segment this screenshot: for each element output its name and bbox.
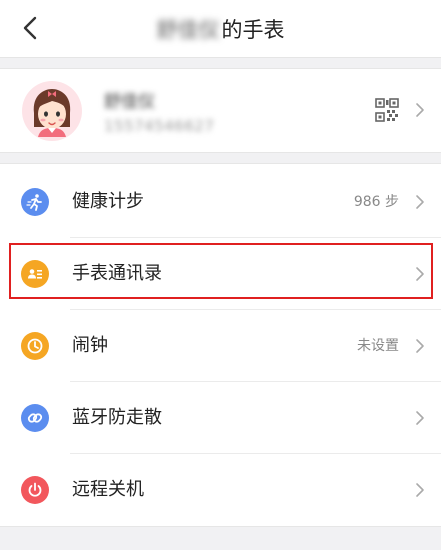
menu-item-health-steps[interactable]: 健康计步 986 步 bbox=[0, 166, 441, 238]
app-header: 舒佳仪 的手表 bbox=[0, 0, 441, 58]
menu-item-label: 手表通讯录 bbox=[72, 263, 162, 284]
link-icon bbox=[21, 404, 49, 432]
alarm-status-value: 未设置 bbox=[357, 338, 399, 354]
chevron-right-icon bbox=[416, 195, 424, 209]
step-count-value: 986 步 bbox=[353, 194, 399, 210]
menu-item-watch-contacts[interactable]: 手表通讯录 bbox=[0, 238, 441, 310]
page-title: 舒佳仪 的手表 bbox=[0, 0, 441, 57]
profile-name: 舒佳仪 bbox=[104, 92, 155, 112]
menu-item-alarm[interactable]: 闹钟 未设置 bbox=[0, 310, 441, 382]
chevron-right-icon bbox=[416, 267, 424, 281]
chevron-right-icon bbox=[416, 411, 424, 425]
menu-item-remote-shutdown[interactable]: 远程关机 bbox=[0, 454, 441, 526]
title-suffix: 的手表 bbox=[221, 17, 285, 42]
chevron-right-icon bbox=[416, 339, 424, 353]
menu-item-label: 远程关机 bbox=[72, 479, 144, 500]
menu-item-label: 健康计步 bbox=[72, 191, 144, 212]
chevron-right-icon bbox=[416, 483, 424, 497]
profile-card[interactable]: 舒佳仪 15574546627 bbox=[0, 68, 441, 153]
menu-item-label: 蓝牙防走散 bbox=[72, 407, 162, 428]
feature-menu: 健康计步 986 步 手表通讯录 闹钟 未设置 蓝牙防走散 远程关机 bbox=[0, 163, 441, 527]
qr-code-icon bbox=[375, 98, 399, 122]
girl-avatar-icon bbox=[22, 81, 82, 141]
clock-icon bbox=[21, 332, 49, 360]
chevron-right-icon bbox=[416, 103, 424, 117]
title-owner-name: 舒佳仪 bbox=[156, 17, 220, 42]
menu-item-bluetooth-anti-lost[interactable]: 蓝牙防走散 bbox=[0, 382, 441, 454]
power-icon bbox=[21, 476, 49, 504]
qr-code-button[interactable] bbox=[375, 98, 399, 122]
menu-item-label: 闹钟 bbox=[72, 335, 108, 356]
running-person-icon bbox=[21, 188, 49, 216]
profile-phone: 15574546627 bbox=[104, 117, 215, 135]
contact-card-icon bbox=[21, 260, 49, 288]
avatar bbox=[22, 81, 82, 141]
